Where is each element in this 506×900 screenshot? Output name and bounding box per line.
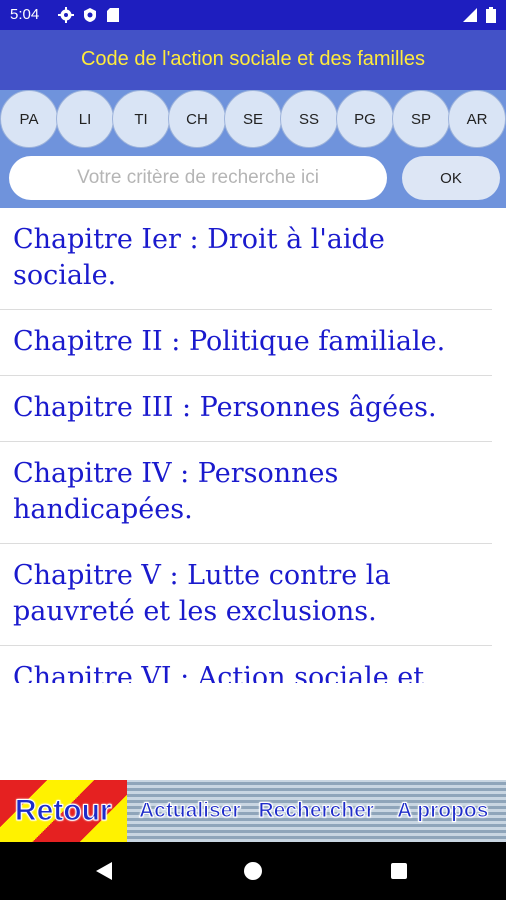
apropos-label: A propos xyxy=(397,799,489,823)
home-icon[interactable] xyxy=(244,862,262,880)
rechercher-label: Rechercher xyxy=(258,799,375,823)
signal-icon xyxy=(463,8,477,22)
status-icons-left xyxy=(58,7,120,23)
chip-sp[interactable]: SP xyxy=(392,90,450,148)
apropos-button[interactable]: A propos xyxy=(379,780,506,842)
recents-icon[interactable] xyxy=(391,863,407,879)
sd-card-icon xyxy=(107,8,119,22)
app-title: Code de l'action sociale et des familles xyxy=(80,48,425,70)
rechercher-button[interactable]: Rechercher xyxy=(253,780,380,842)
list-item[interactable]: Chapitre III : Personnes âgées. xyxy=(0,376,492,442)
search-input[interactable]: Votre critère de recherche ici xyxy=(9,156,387,200)
list-item[interactable]: Chapitre VI : Action sociale et xyxy=(0,646,492,683)
actualiser-button[interactable]: Actualiser xyxy=(126,780,253,842)
actualiser-label: Actualiser xyxy=(138,799,241,823)
list-item[interactable]: Chapitre Ier : Droit à l'aide sociale. xyxy=(0,208,492,310)
status-icons-right xyxy=(462,7,496,23)
status-time: 5:04 xyxy=(10,6,40,23)
back-icon[interactable] xyxy=(96,862,112,880)
system-nav-bar xyxy=(0,842,506,900)
chip-ti[interactable]: TI xyxy=(112,90,170,148)
chapter-list: Chapitre Ier : Droit à l'aide sociale. C… xyxy=(0,208,506,683)
chip-ss[interactable]: SS xyxy=(280,90,338,148)
chip-pg[interactable]: PG xyxy=(336,90,394,148)
chip-ch[interactable]: CH xyxy=(168,90,226,148)
shield-icon xyxy=(84,8,96,22)
chip-ar[interactable]: AR xyxy=(448,90,506,148)
list-item[interactable]: Chapitre V : Lutte contre la pauvreté et… xyxy=(0,544,492,646)
battery-icon xyxy=(486,7,496,23)
retour-label: Retour xyxy=(14,794,112,828)
list-item[interactable]: Chapitre II : Politique familiale. xyxy=(0,310,492,376)
bottom-nav: Retour Actualiser Rechercher A propos xyxy=(0,780,506,842)
chip-li[interactable]: LI xyxy=(56,90,114,148)
status-bar: 5:04 xyxy=(0,0,506,30)
ok-button[interactable]: OK xyxy=(402,156,500,200)
settings-icon xyxy=(58,7,74,23)
app-bar: Code de l'action sociale et des familles xyxy=(0,30,506,90)
chip-se[interactable]: SE xyxy=(224,90,282,148)
retour-button[interactable]: Retour xyxy=(0,780,127,842)
list-item[interactable]: Chapitre IV : Personnes handicapées. xyxy=(0,442,492,544)
chip-pa[interactable]: PA xyxy=(0,90,58,148)
